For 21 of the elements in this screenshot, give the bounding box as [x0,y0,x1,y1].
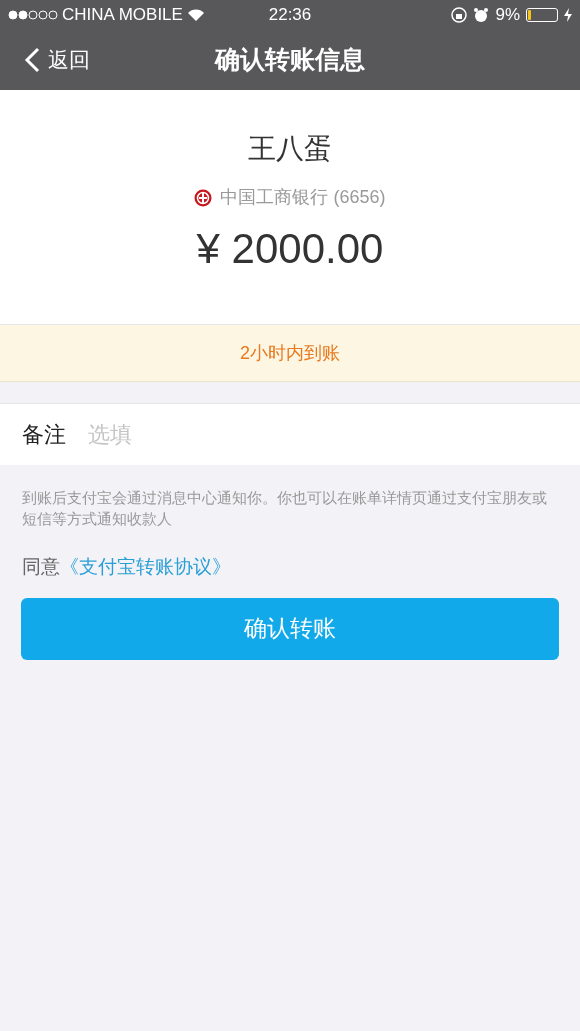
agree-label: 同意 [22,555,60,579]
clock-time: 22:36 [267,4,313,27]
arrival-notice: 2小时内到账 [0,325,580,382]
bank-logo-icon [194,188,213,207]
page-title: 确认转账信息 [215,44,365,76]
alarm-icon [473,7,490,23]
transfer-amount: ¥ 2000.00 [196,224,384,274]
recipient-name: 王八蛋 [248,132,332,166]
back-chevron-icon [24,47,40,73]
signal-icon [8,10,58,20]
bank-account: 中国工商银行 (6656) [220,186,386,209]
wifi-icon [186,8,205,22]
back-button[interactable]: 返回 [24,44,90,76]
rotation-lock-icon [451,7,468,23]
notification-info: 到账后支付宝会通过消息中心通知你。你也可以在账单详情页通过支付宝朋友或短信等方式通知收款人 [21,488,548,529]
remark-field[interactable]: 备注 选填 [0,403,580,465]
charging-icon [564,8,572,22]
carrier-name: CHINA MOBILE [62,4,183,27]
battery-percent: 9% [495,4,520,27]
battery-icon [526,8,558,22]
remark-label: 备注 [22,421,66,449]
